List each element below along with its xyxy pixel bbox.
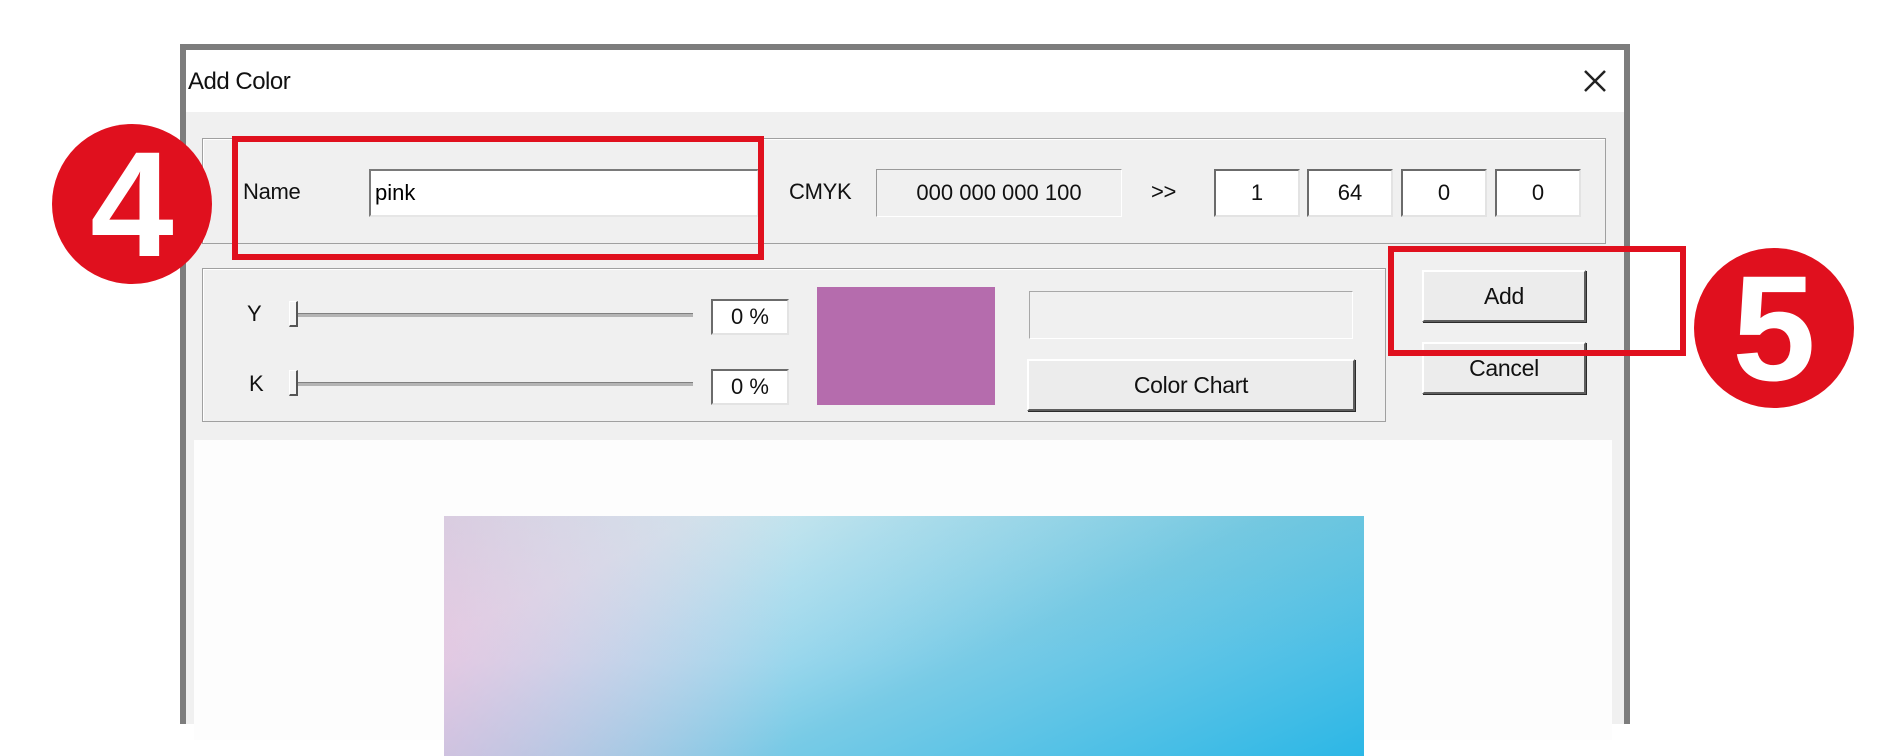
color-preview-swatch bbox=[817, 287, 995, 405]
color-picker-area[interactable] bbox=[194, 440, 1612, 756]
slider-label-y: Y bbox=[247, 301, 262, 326]
slider-group: Y 0 % K 0 % Color Chart bbox=[202, 268, 1386, 422]
step-4-badge: 4 bbox=[52, 124, 212, 284]
color-chart-button[interactable]: Color Chart bbox=[1027, 359, 1355, 411]
close-icon[interactable] bbox=[1578, 64, 1612, 98]
slider-track-y[interactable] bbox=[291, 313, 693, 317]
color-gradient-field[interactable] bbox=[444, 516, 1364, 756]
cmyk-input-c[interactable]: 1 bbox=[1214, 169, 1300, 217]
cmyk-input-m[interactable]: 64 bbox=[1307, 169, 1393, 217]
highlight-add-button bbox=[1388, 246, 1686, 356]
slider-track-k[interactable] bbox=[291, 382, 693, 386]
title-bar: Add Color bbox=[186, 50, 1624, 112]
step-5-badge: 5 bbox=[1694, 248, 1854, 408]
dialog-title: Add Color bbox=[188, 68, 291, 95]
slider-label-k: K bbox=[249, 371, 264, 396]
cmyk-readout: 000 000 000 100 bbox=[876, 169, 1122, 217]
highlight-name-field bbox=[232, 136, 764, 260]
slider-value-y: 0 % bbox=[711, 299, 789, 335]
slider-value-k: 0 % bbox=[711, 369, 789, 405]
slider-thumb-k[interactable] bbox=[289, 370, 298, 396]
color-name-preview bbox=[1029, 291, 1353, 339]
cmyk-input-k[interactable]: 0 bbox=[1495, 169, 1581, 217]
convert-arrow-label: >> bbox=[1151, 179, 1177, 204]
slider-thumb-y[interactable] bbox=[289, 301, 298, 327]
cmyk-input-y[interactable]: 0 bbox=[1401, 169, 1487, 217]
cmyk-label: CMYK bbox=[789, 179, 852, 204]
